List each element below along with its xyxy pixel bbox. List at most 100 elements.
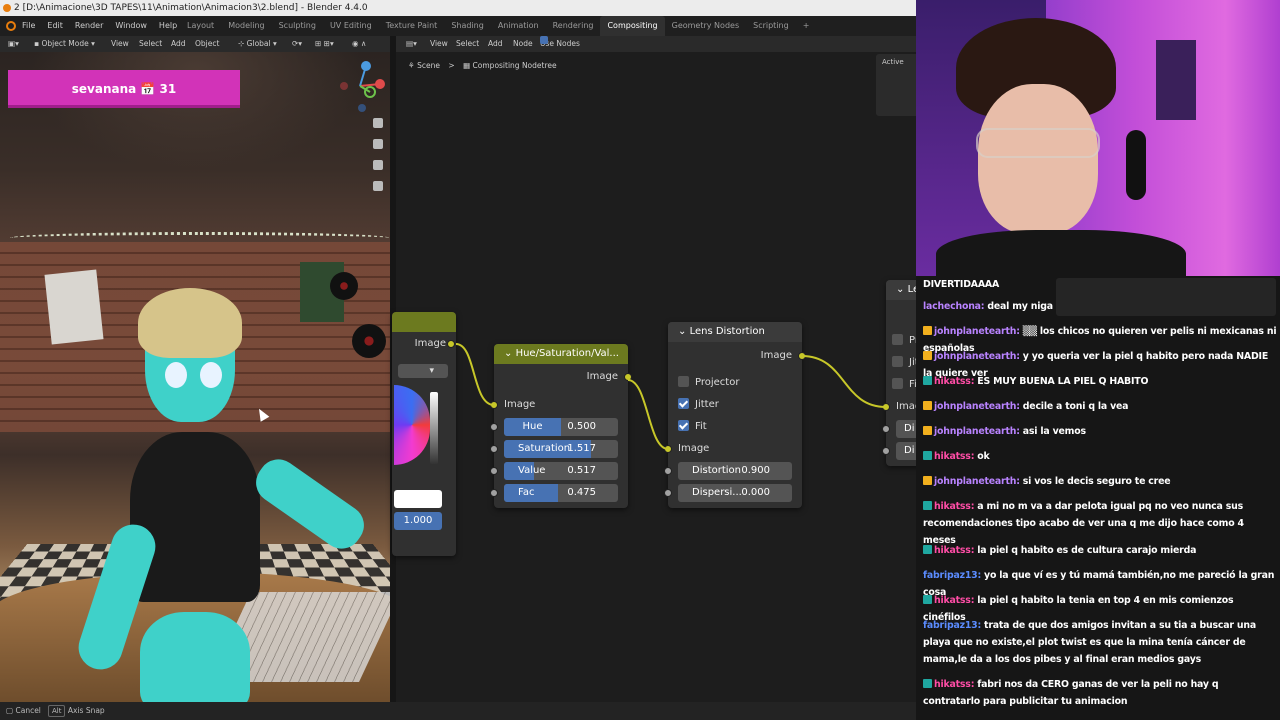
input-socket[interactable]	[490, 445, 498, 453]
chat-username[interactable]: hikatss:	[934, 376, 974, 387]
chat-username[interactable]: hikatss:	[934, 501, 974, 512]
orientation-select[interactable]: ⊹ Global ▾	[238, 36, 277, 52]
3d-viewport[interactable]	[0, 52, 394, 702]
color-swatch[interactable]	[394, 490, 442, 508]
dropdown-field[interactable]: ▾	[398, 364, 448, 378]
menu-help[interactable]: Help	[159, 16, 177, 36]
node-menu-select[interactable]: Select	[456, 36, 479, 52]
viewport-menu-object[interactable]: Object	[195, 36, 219, 52]
collapse-chevron-icon[interactable]: ⌄	[678, 326, 690, 337]
editor-type-icon[interactable]: ▤▾	[406, 36, 417, 52]
node-menu-view[interactable]: View	[430, 36, 448, 52]
input-socket[interactable]	[664, 445, 672, 453]
tab-layout[interactable]: Layout	[180, 16, 221, 36]
add-workspace-button[interactable]: +	[796, 16, 817, 36]
proportional-edit-icon[interactable]: ◉ ∧	[352, 36, 366, 52]
mode-select[interactable]: ▪ Object Mode ▾	[34, 36, 95, 52]
tab-sculpting[interactable]: Sculpting	[272, 16, 323, 36]
tab-texture-paint[interactable]: Texture Paint	[379, 16, 445, 36]
active-node-panel[interactable]: Active	[876, 54, 916, 116]
chat-username[interactable]: johnplanetearth:	[934, 426, 1020, 437]
input-socket[interactable]	[664, 467, 672, 475]
distortion-field[interactable]: Distortion 0.900	[678, 462, 792, 480]
menu-edit[interactable]: Edit	[47, 16, 63, 36]
dispersion-field[interactable]: Dispersi... 0.000	[678, 484, 792, 502]
breadcrumb-nodetree[interactable]: Compositing Nodetree	[473, 61, 557, 70]
viewport-menu-select[interactable]: Select	[139, 36, 162, 52]
collapse-chevron-icon[interactable]: ⌄	[504, 348, 516, 359]
input-socket[interactable]	[664, 489, 672, 497]
partial-node-left[interactable]: Image ▾ 1.000	[392, 312, 456, 556]
editor-type-icon[interactable]: ▣▾	[8, 36, 19, 52]
chat-username[interactable]: fabripaz13:	[923, 620, 981, 631]
node-editor[interactable]: ⚘ Scene > ▦ Compositing Nodetree Active …	[392, 52, 946, 702]
chat-username[interactable]: johnplanetearth:	[934, 326, 1020, 337]
menu-file[interactable]: File	[22, 16, 35, 36]
lock-icon[interactable]	[373, 181, 383, 191]
chat-username[interactable]: hikatss:	[934, 679, 974, 690]
saturation-field[interactable]: Saturation 1.517	[504, 440, 618, 458]
chat-username[interactable]: lachechona:	[923, 301, 985, 312]
chat-username[interactable]: hikatss:	[934, 545, 974, 556]
input-socket[interactable]	[882, 403, 890, 411]
tab-animation[interactable]: Animation	[491, 16, 546, 36]
node-header[interactable]: ⌄ Lens Distortion	[668, 322, 802, 342]
hue-field[interactable]: Hue 0.500	[504, 418, 618, 436]
input-socket[interactable]	[490, 401, 498, 409]
menu-window[interactable]: Window	[115, 16, 147, 36]
use-nodes-checkbox[interactable]: Use Nodes	[540, 36, 580, 52]
node-menu-node[interactable]: Node	[513, 36, 533, 52]
tab-geometry-nodes[interactable]: Geometry Nodes	[665, 16, 746, 36]
output-socket[interactable]	[798, 352, 806, 360]
pivot-icon[interactable]: ⟳▾	[292, 36, 302, 52]
tab-scripting[interactable]: Scripting	[746, 16, 796, 36]
fac-field[interactable]: Fac 0.475	[504, 484, 618, 502]
projector-checkbox[interactable]: Projector	[668, 374, 802, 392]
chat-username[interactable]: hikatss:	[934, 451, 974, 462]
output-socket[interactable]	[447, 340, 455, 348]
blender-logo-icon[interactable]	[6, 21, 16, 31]
vinyl-record	[352, 324, 386, 358]
tab-compositing[interactable]: Compositing	[600, 16, 665, 36]
value-field[interactable]: 1.000	[394, 512, 442, 530]
tab-rendering[interactable]: Rendering	[546, 16, 601, 36]
x-axis-icon[interactable]	[375, 79, 385, 89]
tab-uv-editing[interactable]: UV Editing	[323, 16, 379, 36]
chat-username[interactable]: johnplanetearth:	[934, 351, 1020, 362]
collapse-chevron-icon[interactable]: ⌄	[896, 284, 908, 295]
tab-shading[interactable]: Shading	[444, 16, 491, 36]
color-wheel[interactable]	[394, 385, 430, 465]
zoom-icon[interactable]	[373, 118, 383, 128]
snap-icon[interactable]: ⊞ ⊞▾	[315, 36, 334, 52]
hue-saturation-value-node[interactable]: ⌄ Hue/Saturation/Val... Image Image Hue …	[490, 344, 632, 508]
node-header[interactable]: ⌄ Hue/Saturation/Val...	[494, 344, 628, 364]
input-socket[interactable]	[490, 489, 498, 497]
neg-z-axis-icon[interactable]	[358, 104, 366, 112]
navigation-gizmo[interactable]	[332, 56, 388, 112]
viewport-menu-add[interactable]: Add	[171, 36, 186, 52]
breadcrumb-scene[interactable]: Scene	[417, 61, 440, 70]
chat-username[interactable]: johnplanetearth:	[934, 476, 1020, 487]
input-socket[interactable]	[882, 447, 890, 455]
input-socket[interactable]	[882, 425, 890, 433]
neg-x-axis-icon[interactable]	[340, 82, 348, 90]
fit-checkbox[interactable]: Fit	[668, 418, 802, 436]
output-socket[interactable]	[624, 373, 632, 381]
viewport-menu-view[interactable]: View	[111, 36, 129, 52]
z-axis-icon[interactable]	[361, 61, 371, 71]
pan-hand-icon[interactable]	[373, 139, 383, 149]
value-slider[interactable]	[430, 392, 438, 464]
node-header[interactable]	[392, 312, 456, 332]
jitter-checkbox[interactable]: Jitter	[668, 396, 802, 414]
node-menu-add[interactable]: Add	[488, 36, 503, 52]
lens-distortion-node[interactable]: ⌄ Lens Distortion Image Projector Jitter…	[664, 322, 806, 508]
chat-username[interactable]: hikatss:	[934, 595, 974, 606]
input-socket[interactable]	[490, 423, 498, 431]
chat-username[interactable]: johnplanetearth:	[934, 401, 1020, 412]
chat-username[interactable]: fabripaz13:	[923, 570, 981, 581]
value-field[interactable]: Value 0.517	[504, 462, 618, 480]
input-socket[interactable]	[490, 467, 498, 475]
camera-icon[interactable]	[373, 160, 383, 170]
menu-render[interactable]: Render	[75, 16, 103, 36]
tab-modeling[interactable]: Modeling	[221, 16, 271, 36]
